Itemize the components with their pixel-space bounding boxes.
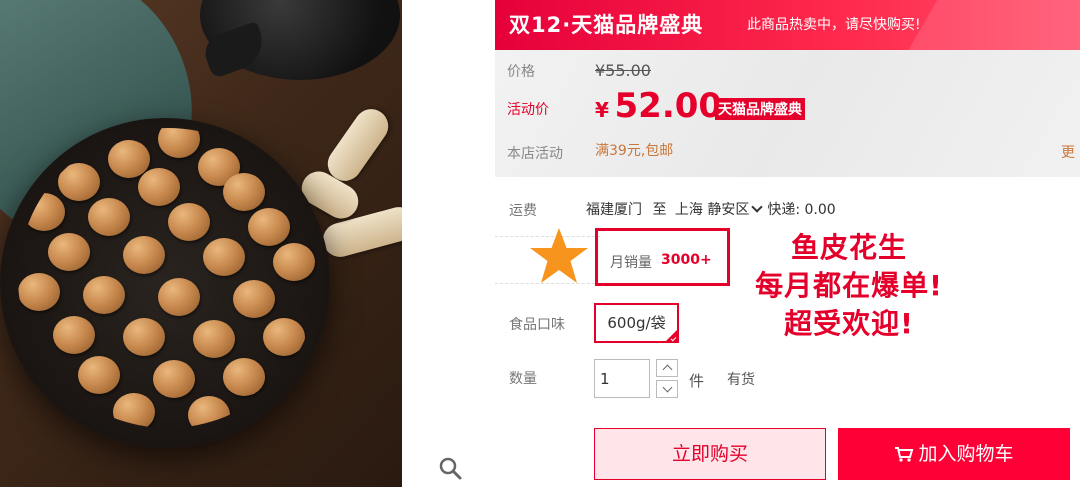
- product-image[interactable]: [0, 0, 402, 487]
- star-icon: [530, 228, 588, 283]
- destination-selector[interactable]: 上海 静安区: [675, 202, 749, 218]
- quantity-unit: 件: [689, 372, 705, 390]
- monthly-sales-box: 月销量 3000+: [595, 228, 730, 286]
- more-link[interactable]: 更: [1061, 142, 1075, 162]
- add-to-cart-button[interactable]: 加入购物车: [838, 428, 1070, 480]
- quantity-input[interactable]: [594, 359, 650, 398]
- callout-line-2: 每月都在爆单!: [755, 269, 943, 302]
- quantity-label: 数量: [509, 371, 537, 387]
- chevron-down-icon[interactable]: [751, 201, 764, 213]
- event-badge: 天猫品牌盛典: [715, 98, 805, 120]
- monthly-sales-count: 3000+: [661, 252, 712, 268]
- store-promo: 满39元,包邮: [595, 143, 674, 159]
- add-to-cart-label: 加入购物车: [918, 443, 1014, 465]
- ship-from: 福建厦门: [586, 202, 642, 218]
- shipping-info: 福建厦门 至 上海 静安区 快递: 0.00: [586, 199, 836, 219]
- callout-line-3: 超受欢迎!: [784, 307, 914, 340]
- price-panel: 价格 ¥55.00 活动价 ¥ 52.00 天猫品牌盛典 本店活动 满39元,包…: [495, 50, 1080, 177]
- buy-now-button[interactable]: 立即购买: [594, 428, 826, 480]
- event-price: ¥ 52.00: [595, 86, 722, 126]
- original-price: ¥55.00: [595, 61, 651, 80]
- peanut-pile: [18, 128, 318, 428]
- event-price-label: 活动价: [507, 102, 549, 118]
- flavor-option-selected[interactable]: 600g/袋: [594, 303, 679, 343]
- currency-symbol: ¥: [595, 98, 609, 122]
- shipping-label: 运费: [509, 203, 537, 219]
- monthly-sales-label: 月销量: [610, 255, 652, 271]
- promo-banner: 双12·天猫品牌盛典 此商品热卖中，请尽快购买!: [495, 0, 1080, 50]
- quantity-decrease-button[interactable]: [656, 380, 678, 398]
- flavor-option-label: 600g/袋: [607, 314, 666, 332]
- ship-to-word: 至: [652, 202, 667, 218]
- event-price-value: 52.00: [614, 86, 723, 126]
- quantity-increase-button[interactable]: [656, 359, 678, 377]
- promo-title: 双12·天猫品牌盛典: [509, 13, 704, 37]
- promo-tagline: 此商品热卖中，请尽快购买!: [747, 17, 921, 33]
- search-icon[interactable]: [437, 455, 463, 481]
- store-promo-label: 本店活动: [507, 146, 563, 162]
- buy-now-label: 立即购买: [671, 443, 748, 465]
- callout-line-1: 鱼皮花生: [790, 231, 907, 264]
- express-fee: 快递: 0.00: [767, 202, 836, 218]
- price-label: 价格: [507, 64, 535, 80]
- cart-icon: [895, 447, 914, 462]
- stock-status: 有货: [727, 372, 755, 388]
- flavor-label: 食品口味: [509, 317, 565, 333]
